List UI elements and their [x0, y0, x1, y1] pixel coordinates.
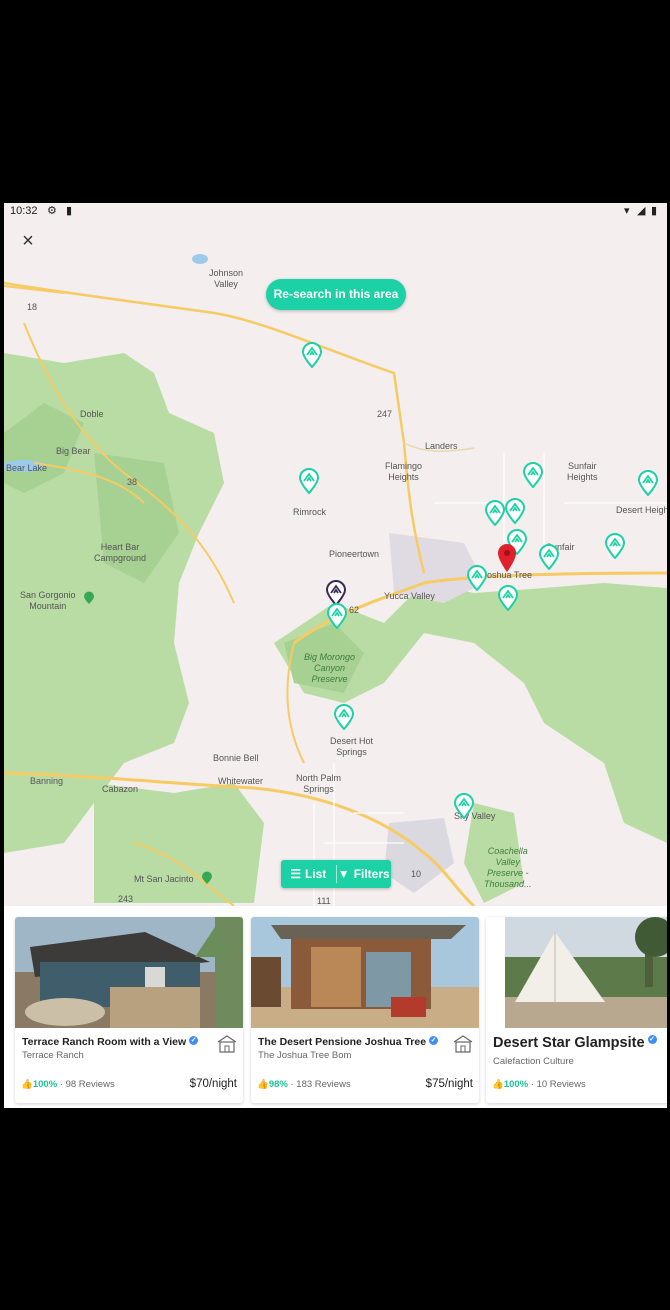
campsite-pin[interactable]	[334, 704, 354, 730]
map-label-yucca-valley: Yucca Valley	[384, 591, 435, 601]
map-label-landers: Landers	[425, 441, 458, 451]
listing-title: Terrace Ranch Room with a View ✓	[22, 1036, 199, 1048]
location-pin[interactable]	[497, 543, 517, 572]
campsite-pin[interactable]	[327, 603, 347, 629]
campsite-pin[interactable]	[498, 585, 518, 611]
wifi-icon: ▾	[624, 205, 630, 217]
thumbs-up-icon: 👍	[21, 1079, 33, 1090]
research-area-button[interactable]: Re-search in this area	[266, 279, 406, 310]
signal-icon: ◢	[637, 205, 646, 217]
map-label-north-palm-springs: North Palm Springs	[296, 773, 342, 794]
listing-rating: 👍100% · 10 Reviews	[492, 1079, 586, 1090]
listing-carousel[interactable]: Terrace Ranch Room with a View ✓ Terrace …	[4, 906, 667, 1108]
map-label-bear-lake: Bear Lake	[6, 463, 48, 473]
map-label-banning: Banning	[30, 776, 64, 786]
route-111-label: 111	[317, 896, 331, 906]
campsite-pin[interactable]	[505, 498, 525, 524]
map-label-johnson-valley: Johnson Valley	[209, 268, 244, 289]
listing-title: Desert Star Glampsite ✓	[493, 1035, 657, 1051]
map-label-bonnie-bell: Bonnie Bell	[213, 753, 259, 763]
close-icon[interactable]: ×	[18, 231, 38, 251]
listing-photo	[251, 917, 479, 1028]
list-label: List	[304, 867, 327, 881]
listing-rating: 👍100% · 98 Reviews	[21, 1079, 115, 1090]
cabin-icon	[453, 1035, 473, 1053]
map-label-doble: Doble	[80, 409, 104, 419]
map-label-desert-heights: Desert Heigh	[616, 505, 667, 515]
route-18-label: 18	[27, 302, 38, 312]
listing-photo	[505, 917, 667, 1028]
listing-photo	[15, 917, 243, 1028]
thumbs-up-icon: 👍	[257, 1079, 269, 1090]
map-label-heart-bar: Heart Bar Campground	[94, 542, 147, 563]
listing-price: $70/night	[189, 1078, 237, 1090]
sd-card-icon: ▮	[66, 205, 73, 217]
listing-host: The Joshua Tree Bom	[258, 1050, 352, 1061]
listing-price: $75/night	[425, 1078, 473, 1090]
verified-icon: ✓	[189, 1036, 199, 1045]
map-label-desert-hot-springs: Desert Hot Springs	[330, 736, 374, 757]
route-10-label: 10	[411, 869, 422, 879]
listing-host: Terrace Ranch	[22, 1050, 84, 1061]
settings-icon: ⚙	[47, 205, 57, 217]
campsite-pin[interactable]	[299, 468, 319, 494]
list-button[interactable]: ☰ List	[281, 860, 336, 888]
filters-button[interactable]: ▼ Filters	[337, 860, 392, 888]
status-bar: 10:32 ⚙ ▮ ▾ ◢ ▮	[4, 203, 667, 219]
mountain-marker-icon	[83, 591, 95, 605]
filter-icon: ▼	[337, 867, 350, 881]
thumbs-up-icon: 👍	[492, 1079, 504, 1090]
campsite-pin[interactable]	[605, 533, 625, 559]
app-screen: Johnson Valley Rimrock Landers Flamingo He…	[4, 203, 667, 1108]
campsite-pin[interactable]	[302, 342, 322, 368]
campsite-pin[interactable]	[539, 544, 559, 570]
route-247-label: 247	[377, 409, 393, 419]
listing-host: Calefaction Culture	[493, 1056, 574, 1067]
listing-card[interactable]: Terrace Ranch Room with a View ✓ Terrace …	[15, 917, 243, 1103]
route-62-label: 62	[349, 605, 360, 615]
verified-icon: ✓	[429, 1036, 439, 1045]
map-label-mt-san-jacinto: Mt San Jacinto	[134, 874, 194, 884]
campsite-pin[interactable]	[523, 462, 543, 488]
campsite-pin[interactable]	[467, 565, 487, 591]
list-icon: ☰	[290, 867, 301, 881]
map-label-whitewater: Whitewater	[218, 776, 264, 786]
route-243-label: 243	[118, 894, 134, 904]
list-filters-toggle: ☰ List ▼ Filters	[281, 860, 391, 888]
campsite-pin[interactable]	[454, 793, 474, 819]
map-label-big-morongo: Big Morongo Canyon Preserve	[304, 652, 356, 684]
map-label-rimrock: Rimrock	[293, 507, 326, 517]
map-label-cabazon: Cabazon	[102, 784, 139, 794]
filters-label: Filters	[353, 867, 390, 881]
map-label-pioneertown: Pioneertown	[329, 549, 380, 559]
map-label-sunfair-heights: Sunfair Heights	[567, 461, 598, 482]
listing-card[interactable]: Desert Star Glampsite ✓ Calefaction Cultu…	[486, 917, 667, 1103]
verified-icon: ✓	[647, 1035, 657, 1044]
map-label-san-gorgonio: San Gorgonio Mountain	[20, 590, 76, 611]
status-time: 10:32	[10, 205, 38, 217]
map-label-big-bear: Big Bear	[56, 446, 91, 456]
map-label-flamingo-heights: Flamingo Heights	[385, 461, 423, 482]
mountain-marker-icon	[201, 871, 213, 885]
campsite-pin[interactable]	[485, 500, 505, 526]
campsite-pin[interactable]	[638, 470, 658, 496]
cabin-icon	[217, 1035, 237, 1053]
route-38-label: 38	[127, 477, 138, 487]
battery-icon: ▮	[651, 205, 658, 217]
listing-rating: 👍98% · 183 Reviews	[257, 1079, 351, 1090]
listing-title: The Desert Pensione Joshua Tree ✓	[258, 1036, 439, 1048]
listing-card[interactable]: The Desert Pensione Joshua Tree ✓ The Jos…	[251, 917, 479, 1103]
map-label-coachella: Coachella Valley Preserve - Thousand...	[484, 846, 532, 889]
